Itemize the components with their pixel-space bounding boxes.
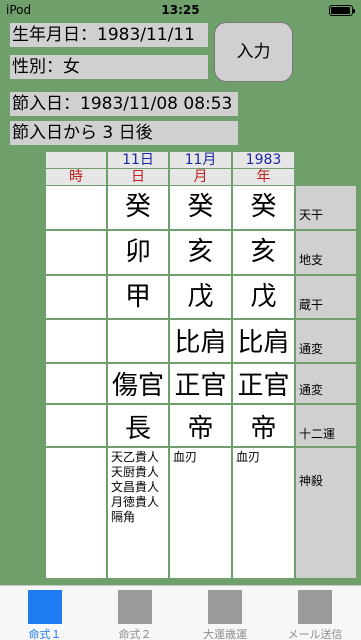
tab-mail[interactable]: メール送信: [270, 586, 360, 640]
tab-meishiki1-icon: [28, 590, 62, 624]
hour-value-cell: [46, 152, 106, 168]
year-shinsatsu: 血刃: [233, 448, 294, 578]
setsuiri-date-field: 節入日：1983/11/08 08:53: [10, 92, 238, 116]
status-bar: iPod 13:25: [0, 0, 361, 20]
birth-date-field: 生年月日：1983/11/11: [10, 23, 208, 47]
day-tsuhen1: [108, 320, 168, 362]
status-time: 13:25: [161, 3, 200, 17]
row-label-juniun: 十二運: [296, 405, 356, 446]
tab-meishiki2-label: 命式２: [118, 628, 152, 640]
list-item: 血刃: [236, 450, 261, 464]
hour-tsuhen2: [46, 364, 106, 403]
tab-meishiki2-icon: [118, 590, 152, 624]
month-value-cell: 11月: [170, 152, 231, 168]
hour-shinsatsu: [46, 448, 106, 578]
list-item: 天乙貴人: [111, 450, 160, 464]
gender-field: 性別：女: [10, 55, 208, 79]
hour-chishi: [46, 231, 106, 274]
input-button[interactable]: 入力: [214, 22, 293, 82]
row-label-shinsatsu: 神殺: [296, 448, 356, 578]
day-tsuhen2: 傷官: [108, 364, 168, 403]
month-tenkan: 癸: [170, 186, 231, 229]
hour-tsuhen1: [46, 320, 106, 362]
day-juniun: 長: [108, 405, 168, 446]
day-value-cell: 11日: [108, 152, 168, 168]
hour-tenkan: [46, 186, 106, 229]
year-chishi: 亥: [233, 231, 294, 274]
list-item: 文昌貴人: [111, 480, 160, 494]
month-tsuhen1: 比肩: [170, 320, 231, 362]
row-label-chishi: 地支: [296, 231, 356, 274]
hour-label: 時: [46, 169, 106, 185]
month-tsuhen2: 正官: [170, 364, 231, 403]
tab-taiun-icon: [208, 590, 242, 624]
hour-zoukan: [46, 276, 106, 318]
list-item: 天厨貴人: [111, 465, 160, 479]
year-tsuhen1: 比肩: [233, 320, 294, 362]
day-tenkan: 癸: [108, 186, 168, 229]
list-item: 月徳貴人: [111, 495, 160, 509]
list-item: 隔角: [111, 510, 136, 524]
day-shinsatsu: 天乙貴人 天厨貴人 文昌貴人 月徳貴人 隔角: [108, 448, 168, 578]
tab-meishiki1-label: 命式１: [28, 628, 62, 640]
tab-taiun[interactable]: 大運歳運: [180, 586, 270, 640]
month-label: 月: [170, 169, 231, 185]
battery-icon: [329, 5, 355, 16]
row-label-tenkan: 天干: [296, 186, 356, 229]
days-after-setsuiri-field: 節入日から 3 日後: [10, 121, 238, 145]
row-label-zoukan: 蔵干: [296, 276, 356, 318]
tab-taiun-label: 大運歳運: [203, 628, 247, 640]
month-shinsatsu: 血刃: [170, 448, 231, 578]
hour-juniun: [46, 405, 106, 446]
day-chishi: 卯: [108, 231, 168, 274]
tab-mail-label: メール送信: [287, 628, 343, 640]
year-value-cell: 1983: [233, 152, 294, 168]
year-tsuhen2: 正官: [233, 364, 294, 403]
month-zoukan: 戊: [170, 276, 231, 318]
month-chishi: 亥: [170, 231, 231, 274]
year-label: 年: [233, 169, 294, 185]
day-zoukan: 甲: [108, 276, 168, 318]
row-label-tsuhen1: 通変: [296, 320, 356, 362]
tab-meishiki2[interactable]: 命式２: [90, 586, 180, 640]
row-label-tsuhen2: 通変: [296, 364, 356, 403]
month-juniun: 帝: [170, 405, 231, 446]
year-tenkan: 癸: [233, 186, 294, 229]
list-item: 血刃: [173, 450, 198, 464]
tab-bar: 命式１ 命式２ 大運歳運 メール送信: [0, 585, 361, 640]
year-zoukan: 戊: [233, 276, 294, 318]
year-juniun: 帝: [233, 405, 294, 446]
tab-meishiki1[interactable]: 命式１: [0, 586, 90, 640]
day-label: 日: [108, 169, 168, 185]
tab-mail-icon: [298, 590, 332, 624]
